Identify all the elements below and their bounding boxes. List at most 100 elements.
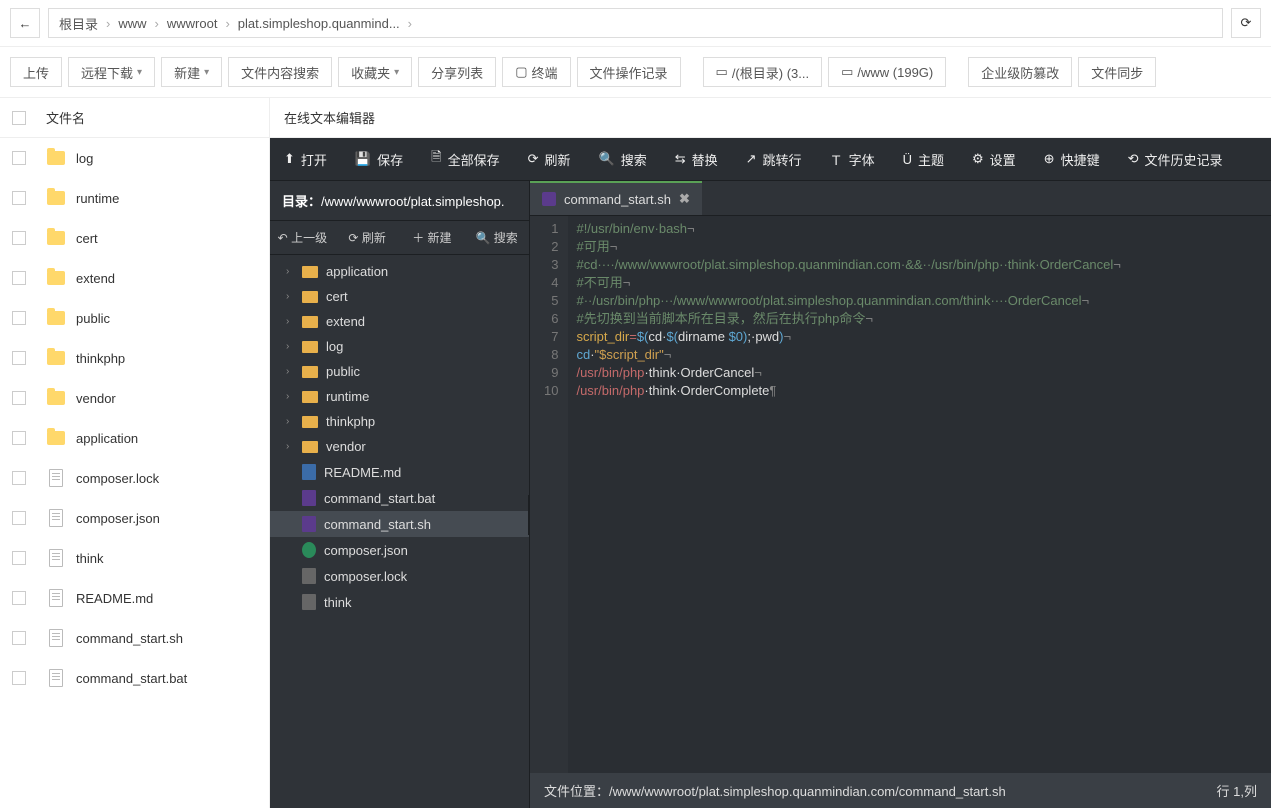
chevron-right-icon: › bbox=[155, 16, 159, 31]
remote-download-button[interactable]: 远程下载▾ bbox=[68, 57, 155, 87]
row-checkbox[interactable] bbox=[12, 631, 26, 645]
tree-item-label: application bbox=[326, 264, 388, 279]
file-row[interactable]: cert bbox=[0, 218, 269, 258]
disk-www-button[interactable]: ▭/www (199G) bbox=[828, 57, 946, 87]
back-button[interactable]: ← bbox=[10, 8, 40, 38]
disk-icon: ▭ bbox=[841, 64, 853, 80]
row-checkbox[interactable] bbox=[12, 311, 26, 325]
tree-item[interactable]: command_start.sh bbox=[270, 511, 529, 537]
editor-title: 在线文本编辑器 bbox=[270, 98, 1271, 138]
tree-refresh-button[interactable]: ⟳ 刷新 bbox=[335, 221, 400, 254]
open-button[interactable]: ⬆打开 bbox=[270, 138, 341, 180]
code-area[interactable]: 12345678910 #!/usr/bin/env·bash¬#可用¬#cd·… bbox=[530, 216, 1271, 773]
file-list-header: 文件名 bbox=[0, 98, 269, 138]
search-button[interactable]: 🔍搜索 bbox=[585, 138, 661, 180]
settings-button[interactable]: ⚙设置 bbox=[958, 138, 1030, 180]
file-list-panel: 文件名 logruntime cert extend publicthinkphpve… bbox=[0, 98, 270, 808]
file-row[interactable]: README.md bbox=[0, 578, 269, 618]
close-icon[interactable]: ✖ bbox=[679, 191, 690, 207]
chevron-right-icon: › bbox=[225, 16, 229, 31]
tree-item-label: extend bbox=[326, 314, 365, 329]
upload-button[interactable]: 上传 bbox=[10, 57, 62, 87]
font-button[interactable]: Ｔ字体 bbox=[816, 138, 889, 180]
new-button[interactable]: 新建▾ bbox=[161, 57, 222, 87]
goto-button[interactable]: ↗跳转行 bbox=[732, 138, 816, 180]
tree-item[interactable]: ›thinkphp bbox=[270, 409, 529, 434]
tree-item[interactable]: ›log bbox=[270, 334, 529, 359]
tree-search-button[interactable]: 🔍 搜索 bbox=[464, 221, 529, 254]
file-row[interactable]: command_start.sh bbox=[0, 618, 269, 658]
up-button[interactable]: ↶ 上一级 bbox=[270, 221, 335, 254]
tamper-button[interactable]: 企业级防篡改 bbox=[968, 57, 1072, 87]
tree-item[interactable]: ›runtime bbox=[270, 384, 529, 409]
row-checkbox[interactable] bbox=[12, 351, 26, 365]
tree-item[interactable]: composer.lock bbox=[270, 563, 529, 589]
tree-item[interactable]: ›public bbox=[270, 359, 529, 384]
tree-new-button[interactable]: ＋ 新建 bbox=[400, 221, 465, 254]
tree-item[interactable]: command_start.bat bbox=[270, 485, 529, 511]
chevron-right-icon: › bbox=[286, 416, 294, 427]
breadcrumb-item[interactable]: www bbox=[118, 16, 146, 31]
file-row[interactable]: composer.lock bbox=[0, 458, 269, 498]
sync-button[interactable]: 文件同步 bbox=[1078, 57, 1156, 87]
breadcrumb-item[interactable]: plat.simpleshop.quanmind... bbox=[238, 16, 400, 31]
folder-icon bbox=[46, 308, 66, 328]
row-checkbox[interactable] bbox=[12, 191, 26, 205]
file-row[interactable]: command_start.bat bbox=[0, 658, 269, 698]
file-name: extend bbox=[76, 271, 115, 286]
code-lines[interactable]: #!/usr/bin/env·bash¬#可用¬#cd····/www/wwwr… bbox=[568, 216, 1271, 773]
file-ops-button[interactable]: 文件操作记录 bbox=[577, 57, 681, 87]
row-checkbox[interactable] bbox=[12, 271, 26, 285]
tree-item[interactable]: composer.json bbox=[270, 537, 529, 563]
row-checkbox[interactable] bbox=[12, 511, 26, 525]
filename-header: 文件名 bbox=[46, 108, 85, 127]
breadcrumb[interactable]: 根目录 › www › wwwroot › plat.simpleshop.quanmind… bbox=[48, 8, 1223, 38]
row-checkbox[interactable] bbox=[12, 231, 26, 245]
shortcuts-button[interactable]: ⊕快捷键 bbox=[1030, 138, 1114, 180]
file-name: think bbox=[76, 551, 103, 566]
file-row[interactable]: thinkphp bbox=[0, 338, 269, 378]
file-row[interactable]: log bbox=[0, 138, 269, 178]
row-checkbox[interactable] bbox=[12, 551, 26, 565]
file-row[interactable]: extend bbox=[0, 258, 269, 298]
row-checkbox[interactable] bbox=[12, 671, 26, 685]
file-row[interactable]: vendor bbox=[0, 378, 269, 418]
refresh-button[interactable]: ⟳ bbox=[1231, 8, 1261, 38]
tree-item-label: composer.json bbox=[324, 543, 408, 558]
file-row[interactable]: composer.json bbox=[0, 498, 269, 538]
save-all-button[interactable]: 🗎全部保存 bbox=[417, 138, 513, 180]
tree-item[interactable]: ›extend bbox=[270, 309, 529, 334]
favorites-button[interactable]: 收藏夹▾ bbox=[338, 57, 412, 87]
tree-item[interactable]: ›vendor bbox=[270, 434, 529, 459]
tree-item[interactable]: ›application bbox=[270, 259, 529, 284]
upload-icon: ⬆ bbox=[284, 151, 295, 167]
tree-item[interactable]: think bbox=[270, 589, 529, 615]
theme-button[interactable]: Ü主题 bbox=[889, 138, 958, 180]
row-checkbox[interactable] bbox=[12, 391, 26, 405]
row-checkbox[interactable] bbox=[12, 591, 26, 605]
tree-item[interactable]: ›cert bbox=[270, 284, 529, 309]
breadcrumb-item[interactable]: wwwroot bbox=[167, 16, 218, 31]
tree-item[interactable]: README.md bbox=[270, 459, 529, 485]
file-row[interactable]: public bbox=[0, 298, 269, 338]
row-checkbox[interactable] bbox=[12, 151, 26, 165]
row-checkbox[interactable] bbox=[12, 431, 26, 445]
content-search-button[interactable]: 文件内容搜索 bbox=[228, 57, 332, 87]
breadcrumb-item[interactable]: 根目录 bbox=[59, 14, 98, 33]
file-row[interactable]: think bbox=[0, 538, 269, 578]
select-all-checkbox[interactable] bbox=[12, 111, 26, 125]
chevron-right-icon: › bbox=[408, 16, 412, 31]
tab-command-start-sh[interactable]: command_start.sh ✖ bbox=[530, 181, 702, 215]
history-button[interactable]: ⟲文件历史记录 bbox=[1114, 138, 1237, 180]
disk-root-button[interactable]: ▭/(根目录) (3... bbox=[703, 57, 823, 87]
save-button[interactable]: 💾保存 bbox=[341, 138, 417, 180]
terminal-button[interactable]: ▢终端 bbox=[502, 57, 570, 87]
file-name: cert bbox=[76, 231, 98, 246]
row-checkbox[interactable] bbox=[12, 471, 26, 485]
share-list-button[interactable]: 分享列表 bbox=[418, 57, 496, 87]
refresh-button[interactable]: ⟳刷新 bbox=[514, 138, 585, 180]
folder-icon bbox=[302, 416, 318, 428]
file-row[interactable]: application bbox=[0, 418, 269, 458]
file-row[interactable]: runtime bbox=[0, 178, 269, 218]
replace-button[interactable]: ⇆替换 bbox=[661, 138, 732, 180]
